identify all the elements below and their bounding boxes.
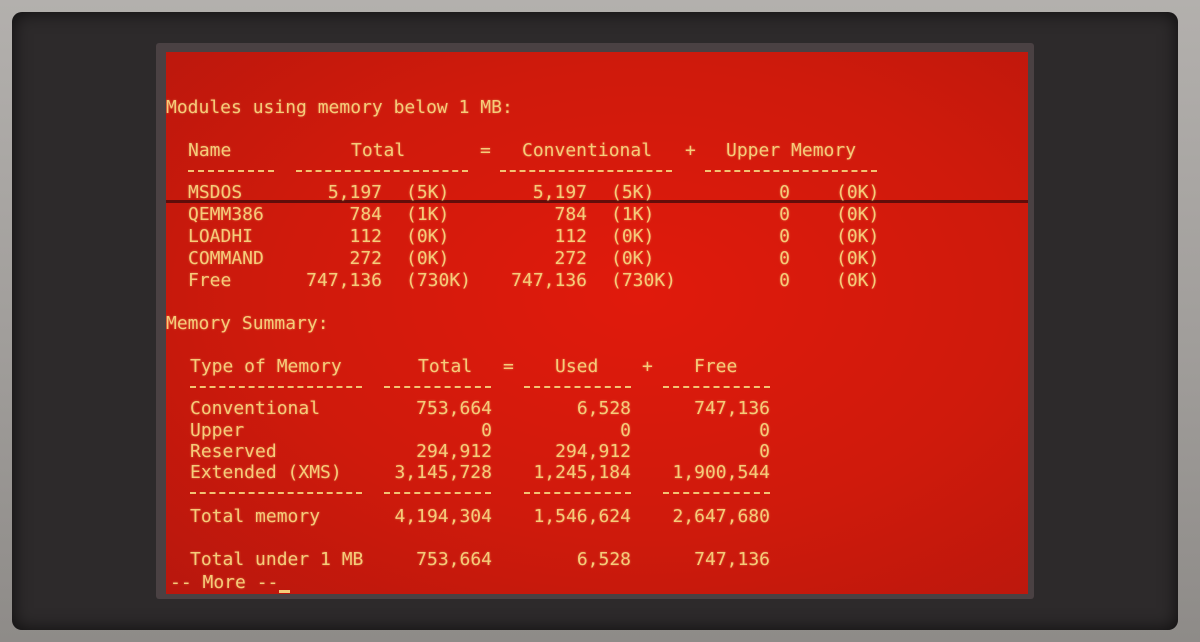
module-total: 5,197 (327, 182, 382, 203)
header-upper-memory: Upper Memory (726, 140, 857, 161)
rule-used-bottom (524, 492, 631, 494)
module-total-k: (0K) (406, 248, 450, 269)
total-under-used: 6,528 (576, 549, 631, 570)
total-under-free: 747,136 (694, 549, 770, 570)
header-summary-total: Total (418, 356, 473, 377)
rule-free-bottom (663, 492, 770, 494)
module-upper: 0 (779, 204, 790, 225)
text-cursor (279, 590, 290, 593)
rule-conventional (500, 170, 672, 172)
more-prompt[interactable]: -- More -- (170, 572, 278, 594)
summary-used: 6,528 (576, 398, 631, 419)
header-summary-plus: + (642, 356, 653, 377)
summary-used: 0 (620, 420, 631, 441)
rule-name (188, 170, 274, 172)
module-conventional: 112 (554, 226, 587, 247)
summary-total: 294,912 (416, 441, 492, 462)
module-conventional: 272 (554, 248, 587, 269)
module-upper: 0 (779, 270, 790, 291)
modules-heading: Modules using memory below 1 MB: (166, 97, 513, 118)
module-upper-k: (0K) (836, 182, 880, 203)
summary-used: 294,912 (555, 441, 631, 462)
module-name: Free (188, 270, 232, 291)
module-total: 112 (349, 226, 382, 247)
summary-free: 0 (759, 420, 770, 441)
module-conventional-k: (0K) (611, 226, 655, 247)
rule-summary-total (384, 386, 491, 388)
module-upper: 0 (779, 248, 790, 269)
rule-free (663, 386, 770, 388)
summary-total: 0 (481, 420, 492, 441)
module-conventional: 747,136 (511, 270, 587, 291)
module-name: QEMM386 (188, 204, 264, 225)
rule-total (296, 170, 468, 172)
module-upper: 0 (779, 226, 790, 247)
module-upper-k: (0K) (836, 248, 880, 269)
summary-used: 1,245,184 (533, 462, 631, 483)
header-total: Total (351, 140, 406, 161)
rule-type-bottom (190, 492, 362, 494)
header-plus: + (685, 140, 696, 161)
summary-total: 3,145,728 (394, 462, 492, 483)
summary-free: 0 (759, 441, 770, 462)
rule-summary-total-bottom (384, 492, 491, 494)
module-conventional-k: (730K) (611, 270, 677, 291)
module-total-k: (0K) (406, 226, 450, 247)
module-name: COMMAND (188, 248, 264, 269)
summary-total: 753,664 (416, 398, 492, 419)
module-conventional-k: (1K) (611, 204, 655, 225)
crt-screen: Modules using memory below 1 MB: Name To… (166, 52, 1028, 594)
summary-type: Extended (XMS) (190, 462, 342, 483)
total-memory-total: 4,194,304 (394, 506, 492, 527)
header-free: Free (694, 356, 738, 377)
module-conventional-k: (0K) (611, 248, 655, 269)
module-total: 747,136 (306, 270, 382, 291)
rule-used (524, 386, 631, 388)
module-name: LOADHI (188, 226, 254, 247)
total-memory-used: 1,546,624 (533, 506, 631, 527)
total-memory-label: Total memory (190, 506, 321, 527)
header-equals: = (480, 140, 491, 161)
summary-type: Reserved (190, 441, 277, 462)
module-total-k: (1K) (406, 204, 450, 225)
module-upper: 0 (779, 182, 790, 203)
header-conventional: Conventional (522, 140, 653, 161)
module-upper-k: (0K) (836, 270, 880, 291)
summary-free: 747,136 (694, 398, 770, 419)
summary-type: Upper (190, 420, 245, 441)
total-under-label: Total under 1 MB (190, 549, 364, 570)
module-upper-k: (0K) (836, 204, 880, 225)
total-under-total: 753,664 (416, 549, 492, 570)
module-conventional: 5,197 (532, 182, 587, 203)
module-total-k: (730K) (406, 270, 472, 291)
rule-upper (705, 170, 877, 172)
summary-type: Conventional (190, 398, 321, 419)
module-total-k: (5K) (406, 182, 450, 203)
summary-heading: Memory Summary: (166, 313, 329, 334)
module-name: MSDOS (188, 182, 243, 203)
summary-free: 1,900,544 (672, 462, 770, 483)
module-total: 784 (349, 204, 382, 225)
module-conventional-k: (5K) (611, 182, 655, 203)
module-upper-k: (0K) (836, 226, 880, 247)
header-name: Name (188, 140, 232, 161)
module-total: 272 (349, 248, 382, 269)
total-memory-free: 2,647,680 (672, 506, 770, 527)
header-type-of-memory: Type of Memory (190, 356, 342, 377)
header-used: Used (555, 356, 599, 377)
module-conventional: 784 (554, 204, 587, 225)
rule-type (190, 386, 362, 388)
header-summary-equals: = (503, 356, 514, 377)
